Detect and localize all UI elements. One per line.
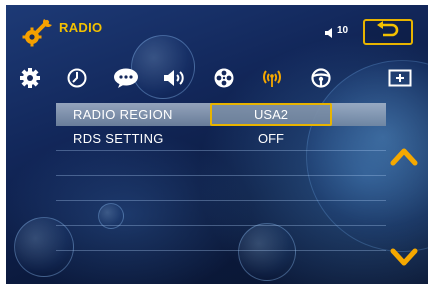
volume-indicator[interactable]: 10 [324, 25, 349, 39]
tab-radio[interactable] [252, 61, 292, 95]
setting-label: RADIO REGION [73, 107, 173, 122]
back-button[interactable] [363, 19, 413, 45]
settings-list: RADIO REGION USA2 RDS SETTING OFF [56, 103, 386, 252]
volume-value: 10 [337, 25, 349, 36]
setting-row-rds[interactable]: RDS SETTING OFF [56, 127, 386, 151]
setting-label: RDS SETTING [73, 131, 164, 146]
speech-bubble-icon [113, 67, 139, 89]
plus-screen-icon [388, 68, 412, 88]
setting-value-selector[interactable]: USA2 [210, 103, 332, 126]
empty-row [56, 202, 386, 226]
scroll-down-button[interactable] [390, 247, 418, 269]
tab-steering-wheel[interactable] [301, 61, 341, 95]
empty-row [56, 177, 386, 201]
chevron-down-icon [390, 248, 418, 273]
category-tab-bar [6, 61, 428, 95]
film-reel-icon [213, 67, 235, 89]
radio-settings-screen: RADIO 10 RADIO REGION USA2 RDS SETTING O… [6, 5, 428, 284]
tab-language[interactable] [106, 61, 146, 95]
empty-row [56, 152, 386, 176]
setting-value-selector[interactable]: OFF [210, 127, 332, 150]
tab-video[interactable] [204, 61, 244, 95]
tab-clock[interactable] [57, 61, 97, 95]
tab-general[interactable] [10, 61, 50, 95]
return-arrow-icon [375, 20, 401, 44]
page-title: RADIO [59, 20, 103, 35]
speaker-volume-icon [162, 67, 188, 89]
radio-antenna-icon [257, 67, 287, 89]
gear-icon [19, 67, 41, 89]
empty-row [56, 227, 386, 251]
tab-audio[interactable] [155, 61, 195, 95]
tab-extra[interactable] [380, 61, 420, 95]
scroll-up-button[interactable] [390, 145, 418, 167]
setting-row-radio-region[interactable]: RADIO REGION USA2 [56, 103, 386, 126]
clock-icon [66, 67, 88, 89]
chevron-up-icon [390, 148, 418, 171]
steering-wheel-icon [310, 67, 332, 89]
speaker-icon [324, 27, 336, 39]
wrench-gear-icon [20, 17, 56, 47]
